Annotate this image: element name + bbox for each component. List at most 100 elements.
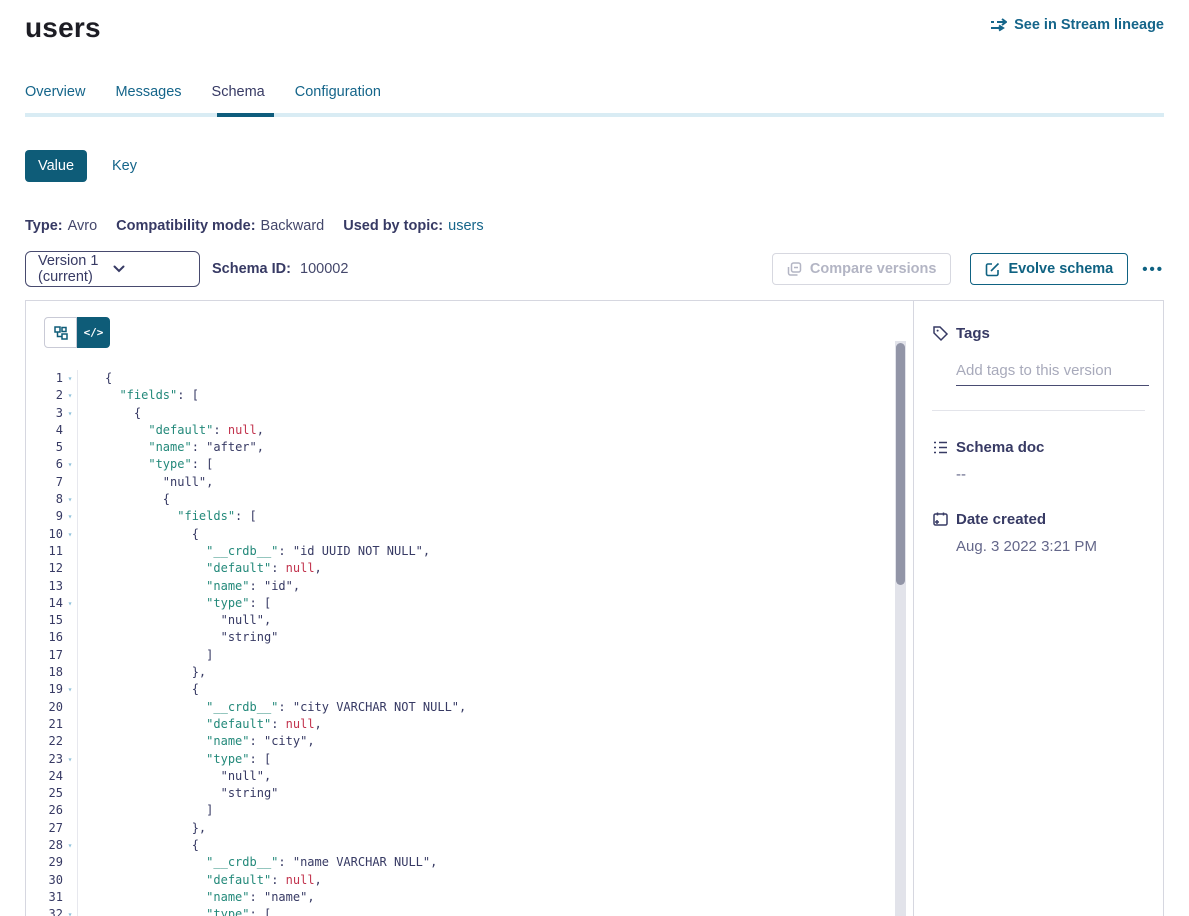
line-number: 29 (26, 854, 63, 871)
code-text: "string" (78, 629, 278, 646)
editor-scrollbar-track[interactable] (895, 341, 906, 916)
tag-icon (932, 325, 949, 342)
code-line: 27 }, (26, 820, 913, 837)
type-label: Type: (25, 218, 63, 234)
fold-toggle-icon[interactable]: ▾ (63, 526, 78, 543)
date-created-title: Date created (956, 511, 1046, 528)
code-text: ] (78, 647, 213, 664)
schema-doc-title: Schema doc (956, 439, 1044, 456)
fold-toggle-icon[interactable]: ▾ (63, 456, 78, 473)
line-number: 16 (26, 629, 63, 646)
fold-gutter (63, 768, 78, 785)
code-text: "type": [ (78, 906, 271, 916)
calendar-plus-icon (932, 511, 949, 528)
line-number: 5 (26, 439, 63, 456)
fold-gutter (63, 474, 78, 491)
editor-scrollbar-thumb[interactable] (896, 343, 905, 585)
code-line: 15 "null", (26, 612, 913, 629)
code-view-button[interactable]: </> (77, 317, 110, 348)
code-line: 2▾ "fields": [ (26, 387, 913, 404)
fold-gutter (63, 439, 78, 456)
fold-toggle-icon[interactable]: ▾ (63, 491, 78, 508)
fold-gutter (63, 578, 78, 595)
line-number: 11 (26, 543, 63, 560)
schema-doc-value: -- (956, 466, 1145, 483)
code-text: "null", (78, 768, 271, 785)
code-text: { (78, 681, 199, 698)
line-number: 4 (26, 422, 63, 439)
line-number: 6 (26, 456, 63, 473)
line-number: 21 (26, 716, 63, 733)
fold-toggle-icon[interactable]: ▾ (63, 906, 78, 916)
stream-lineage-label: See in Stream lineage (1014, 17, 1164, 33)
stream-lineage-icon (990, 18, 1007, 32)
tags-input[interactable] (956, 362, 1149, 386)
tab-configuration[interactable]: Configuration (295, 84, 381, 113)
code-text: "default": null, (78, 716, 322, 733)
tab-underline-track (25, 113, 1164, 117)
code-text: "__crdb__": "city VARCHAR NOT NULL", (78, 699, 466, 716)
code-text: "fields": [ (78, 508, 257, 525)
more-actions-button[interactable]: ••• (1142, 261, 1164, 278)
fold-toggle-icon[interactable]: ▾ (63, 370, 78, 387)
fold-toggle-icon[interactable]: ▾ (63, 751, 78, 768)
compatibility-value: Backward (261, 218, 325, 234)
code-line: 7 "null", (26, 474, 913, 491)
compare-versions-button[interactable]: Compare versions (772, 253, 952, 285)
fold-toggle-icon[interactable]: ▾ (63, 508, 78, 525)
version-select-value: Version 1 (current) (38, 253, 113, 285)
date-created-value: Aug. 3 2022 3:21 PM (956, 538, 1145, 555)
page-title: users (25, 12, 101, 44)
key-toggle-link[interactable]: Key (112, 158, 137, 174)
code-line: 1▾{ (26, 370, 913, 387)
line-number: 18 (26, 664, 63, 681)
line-number: 3 (26, 405, 63, 422)
fold-toggle-icon[interactable]: ▾ (63, 387, 78, 404)
fold-gutter (63, 716, 78, 733)
version-select[interactable]: Version 1 (current) (25, 251, 200, 287)
code-text: { (78, 526, 199, 543)
line-number: 30 (26, 872, 63, 889)
sidebar-divider (932, 410, 1145, 411)
code-text: ] (78, 802, 213, 819)
line-number: 26 (26, 802, 63, 819)
tab-messages[interactable]: Messages (115, 84, 181, 113)
fold-toggle-icon[interactable]: ▾ (63, 405, 78, 422)
stream-lineage-link[interactable]: See in Stream lineage (990, 17, 1164, 33)
used-by-topic-link[interactable]: users (448, 218, 483, 234)
fold-toggle-icon[interactable]: ▾ (63, 681, 78, 698)
code-line: 32▾ "type": [ (26, 906, 913, 916)
fold-gutter (63, 872, 78, 889)
code-text: "name": "id", (78, 578, 300, 595)
tab-active-indicator (217, 113, 274, 117)
code-text: { (78, 837, 199, 854)
code-text: "null", (78, 612, 271, 629)
line-number: 25 (26, 785, 63, 802)
tab-overview[interactable]: Overview (25, 84, 85, 113)
code-text: "fields": [ (78, 387, 199, 404)
fold-gutter (63, 854, 78, 871)
code-text: "__crdb__": "name VARCHAR NULL", (78, 854, 437, 871)
code-text: }, (78, 820, 206, 837)
code-line: 17 ] (26, 647, 913, 664)
code-line: 12 "default": null, (26, 560, 913, 577)
line-number: 15 (26, 612, 63, 629)
code-text: "type": [ (78, 595, 271, 612)
code-text: { (78, 405, 141, 422)
fold-toggle-icon[interactable]: ▾ (63, 837, 78, 854)
schema-id-value: 100002 (300, 261, 348, 277)
line-number: 13 (26, 578, 63, 595)
code-line: 9▾ "fields": [ (26, 508, 913, 525)
code-line: 29 "__crdb__": "name VARCHAR NULL", (26, 854, 913, 871)
value-toggle-button[interactable]: Value (25, 150, 87, 182)
evolve-schema-button[interactable]: Evolve schema (970, 253, 1128, 285)
chevron-down-icon (113, 265, 188, 273)
type-value: Avro (68, 218, 98, 234)
code-line: 25 "string" (26, 785, 913, 802)
tree-view-button[interactable] (44, 317, 77, 348)
code-line: 5 "name": "after", (26, 439, 913, 456)
code-line: 18 }, (26, 664, 913, 681)
code-line: 21 "default": null, (26, 716, 913, 733)
fold-toggle-icon[interactable]: ▾ (63, 595, 78, 612)
tab-schema[interactable]: Schema (212, 84, 265, 113)
